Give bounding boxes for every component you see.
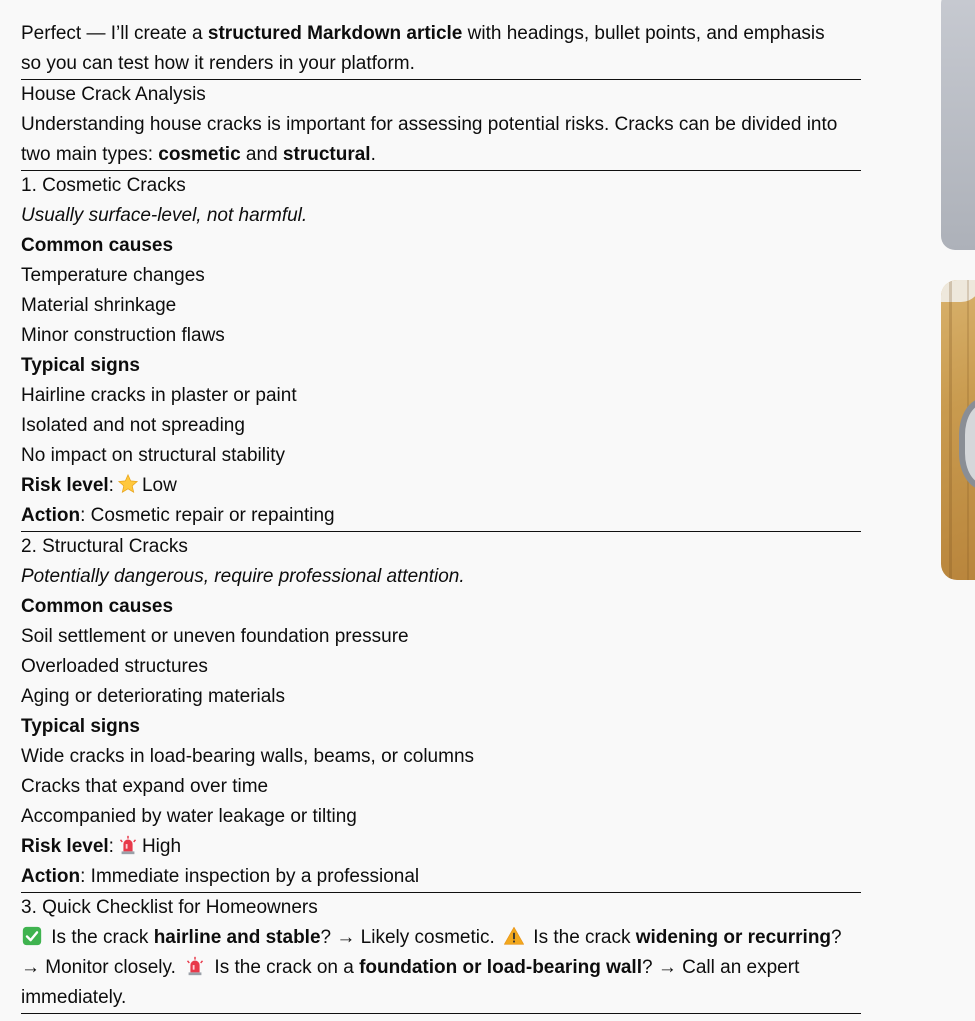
siren-icon xyxy=(187,956,204,976)
list-item: Soil settlement or uneven foundation pre… xyxy=(21,626,409,647)
siren-icon xyxy=(119,835,136,855)
list-item: Minor construction flaws xyxy=(21,325,225,346)
list-item: Overloaded structures xyxy=(21,656,208,677)
action: Action: Cosmetic repair or repainting xyxy=(21,501,861,531)
label-text: Common causes xyxy=(21,235,174,256)
markdown-article: Perfect — I’ll create a structured Markd… xyxy=(21,19,861,1014)
checklist-text: Is the crack on a xyxy=(209,957,360,978)
section-heading-cosmetic: 1. Cosmetic Cracks xyxy=(21,175,186,196)
list-item: Temperature changes xyxy=(21,265,205,286)
subtitle-text: Potentially dangerous, require professio… xyxy=(21,566,465,587)
section-heading-structural: 2. Structural Cracks xyxy=(21,536,188,557)
section-subtitle: Usually surface-level, not harmful. xyxy=(21,201,861,231)
check-icon xyxy=(22,926,42,946)
signs-label: Typical signs xyxy=(21,712,861,742)
photo-detail xyxy=(941,280,975,302)
article-title: House Crack Analysis xyxy=(21,84,206,105)
label-text: Typical signs xyxy=(21,716,140,737)
causes-label: Common causes xyxy=(21,592,861,622)
checklist-emphasis: widening or recurring xyxy=(635,927,832,948)
list-item: Cracks that expand over time xyxy=(21,776,269,797)
list-item: Isolated and not spreading xyxy=(21,415,245,436)
list-item: Accompanied by water leakage or tilting xyxy=(21,806,357,827)
warning-icon xyxy=(504,926,525,945)
summary-emphasis: structural xyxy=(282,144,371,165)
subtitle-text: Usually surface-level, not harmful. xyxy=(21,205,308,226)
star-icon xyxy=(117,473,139,494)
label-text: Risk level xyxy=(21,475,109,496)
side-photo-thumbnail[interactable] xyxy=(941,280,975,580)
label-text: Risk level xyxy=(21,836,109,857)
summary-line-2: two main types: cosmetic and structural. xyxy=(21,140,861,170)
label-text: Common causes xyxy=(21,596,174,617)
action-value: : Cosmetic repair or repainting xyxy=(80,505,335,526)
intro-line-2: so you can test how it renders in your p… xyxy=(21,53,415,74)
summary-line-1: Understanding house cracks is important … xyxy=(21,114,838,135)
photo-detail xyxy=(949,280,952,580)
section-subtitle: Potentially dangerous, require professio… xyxy=(21,562,861,592)
divider xyxy=(21,1013,861,1014)
signs-label: Typical signs xyxy=(21,351,861,381)
list-item: Aging or deteriorating materials xyxy=(21,686,286,707)
checklist-emphasis: hairline and stable xyxy=(153,927,321,948)
checklist-emphasis: foundation or load-bearing wall xyxy=(359,957,642,978)
summary-text: and xyxy=(240,144,283,165)
checklist-text: Is the crack xyxy=(528,927,636,948)
photo-detail xyxy=(959,398,975,490)
summary-text: two main types: xyxy=(21,144,159,165)
risk-level: Risk level: Low xyxy=(21,473,177,496)
intro-line-1: Perfect — I’ll create a structured Markd… xyxy=(21,19,861,49)
checklist-text: Is the crack xyxy=(46,927,154,948)
list-item: No impact on structural stability xyxy=(21,445,285,466)
summary-emphasis: cosmetic xyxy=(158,144,241,165)
section-heading-checklist: 3. Quick Checklist for Homeowners xyxy=(21,897,318,918)
causes-label: Common causes xyxy=(21,231,861,261)
intro-text: Perfect — I’ll create a xyxy=(21,23,208,44)
risk-level: Risk level: High xyxy=(21,835,182,857)
checklist-text: ? → Likely cosmetic. xyxy=(320,927,501,948)
intro-text: with headings, bullet points, and emphas… xyxy=(462,23,825,44)
risk-value: High xyxy=(141,836,182,857)
label-text: Action xyxy=(21,505,81,526)
action-value: : Immediate inspection by a professional xyxy=(80,866,420,887)
label-text: Action xyxy=(21,866,81,887)
list-item: Material shrinkage xyxy=(21,295,177,316)
intro-emphasis: structured Markdown article xyxy=(207,23,463,44)
side-image-thumbnail[interactable] xyxy=(941,0,975,250)
checklist-paragraph: Is the crack hairline and stable? → Like… xyxy=(21,923,861,1013)
summary-text: . xyxy=(370,144,376,165)
label-text: Typical signs xyxy=(21,355,140,376)
action: Action: Immediate inspection by a profes… xyxy=(21,862,861,892)
list-item: Wide cracks in load-bearing walls, beams… xyxy=(21,746,475,767)
list-item: Hairline cracks in plaster or paint xyxy=(21,385,297,406)
risk-value: Low xyxy=(141,475,177,496)
